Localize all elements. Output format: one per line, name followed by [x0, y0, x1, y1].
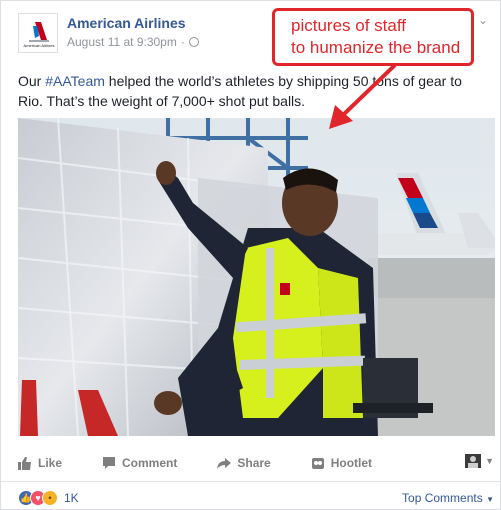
caret-down-icon: ▼ [486, 495, 494, 504]
thumbs-up-icon [18, 457, 31, 470]
post-meta: August 11 at 9:30pm · [67, 35, 199, 49]
reaction-icons[interactable]: 👍 ♥ • [18, 490, 58, 506]
share-arrow-icon [217, 458, 232, 469]
page-name[interactable]: American Airlines [67, 15, 186, 31]
globe-icon [188, 37, 199, 47]
top-comments-dropdown[interactable]: Top Comments ▼ [402, 491, 494, 505]
profile-thumbnail-icon [465, 454, 482, 468]
wow-reaction-icon: • [42, 490, 58, 506]
top-comments-label: Top Comments [402, 491, 483, 505]
share-button[interactable]: Share [217, 456, 271, 470]
post-action-bar: Like Comment Share Hootlet ▼ [18, 450, 494, 476]
svg-text:American Airlines: American Airlines [24, 43, 55, 48]
reaction-count[interactable]: 1K [64, 491, 79, 505]
chevron-down-icon[interactable]: ⌄ [478, 13, 488, 27]
annotation-line-1: pictures of staff [291, 16, 406, 35]
divider [1, 481, 501, 482]
annotation-arrow-icon [329, 63, 397, 129]
hootlet-label: Hootlet [330, 456, 373, 470]
hootlet-owl-icon [311, 458, 324, 469]
like-button[interactable]: Like [18, 456, 62, 470]
dropdown-caret-icon: ▼ [485, 456, 494, 466]
hootlet-button[interactable]: Hootlet [311, 456, 372, 470]
comment-label: Comment [122, 456, 178, 470]
share-as-menu[interactable]: ▼ [465, 454, 494, 468]
timestamp[interactable]: August 11 at 9:30pm [67, 35, 177, 49]
comment-icon [103, 457, 116, 469]
annotation-line-2: to humanize the brand [291, 38, 461, 57]
like-label: Like [38, 456, 63, 470]
post-text-start: Our [18, 73, 46, 89]
hashtag-link[interactable]: #AATeam [45, 73, 105, 89]
share-label: Share [237, 456, 271, 470]
post-text: Our #AATeam helped the world’s athletes … [18, 71, 488, 111]
comment-button[interactable]: Comment [102, 456, 177, 470]
annotation-callout: pictures of staff to humanize the brand [272, 8, 474, 66]
meta-separator: · [180, 35, 185, 49]
post-photo[interactable] [18, 118, 495, 436]
page-avatar[interactable]: American Airlines [18, 13, 58, 53]
reactions-footer: 👍 ♥ • 1K Top Comments ▼ [18, 489, 494, 507]
facebook-post-card: American Airlines American Airlines Augu… [0, 0, 501, 510]
